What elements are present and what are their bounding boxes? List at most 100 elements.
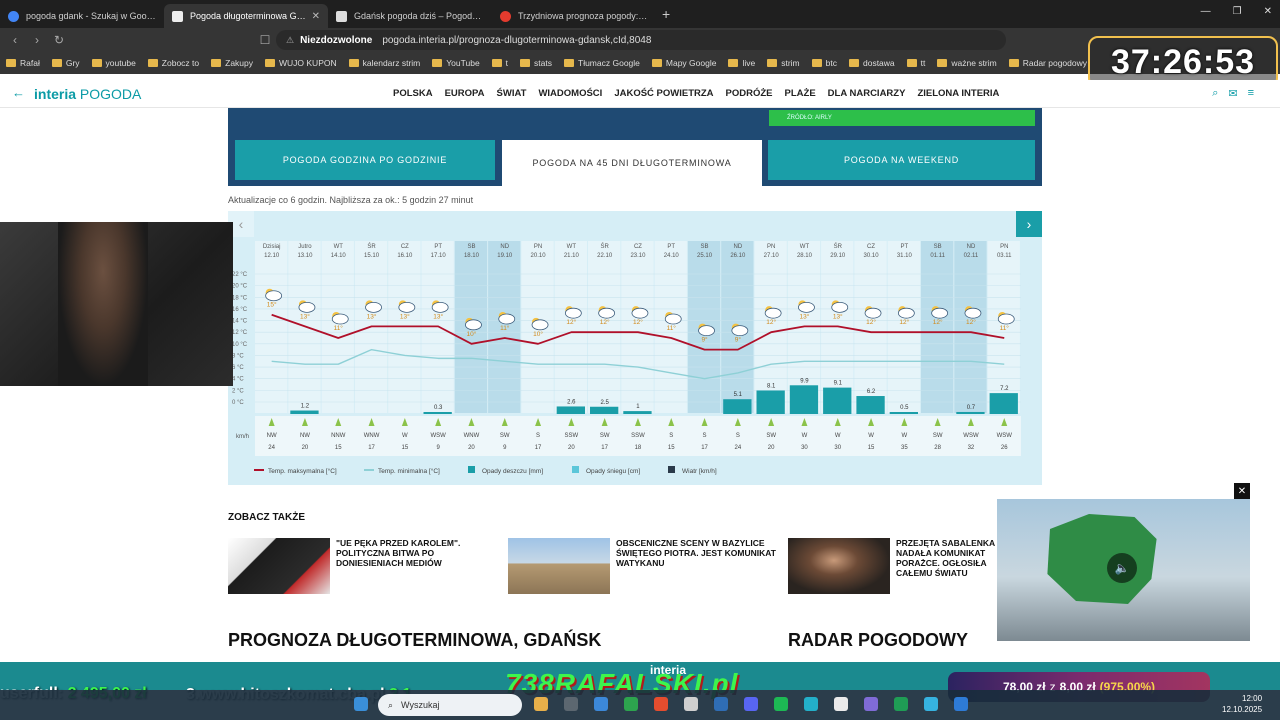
address-bar[interactable]: ⚠ Niezdozwolone pogoda.interia.pl/progno… (276, 30, 1006, 50)
bookmark-icon[interactable]: ☐ (254, 33, 276, 47)
taskbar-app-icon[interactable] (534, 697, 548, 711)
menu-item[interactable]: ZIELONA INTERIA (917, 88, 999, 99)
taskbar-app-icon[interactable] (624, 697, 638, 711)
wind-direction: W (802, 433, 808, 439)
maximize-icon[interactable]: ❐ (1233, 6, 1242, 17)
cloud-icon (398, 301, 416, 313)
hamburger-icon[interactable]: ≡ (1248, 87, 1254, 100)
bookmark-item[interactable]: tt (906, 58, 925, 68)
bookmark-item[interactable]: stats (520, 58, 552, 68)
header-icons: ⌕ ✉ ≡ (1212, 87, 1254, 100)
wind-unit-label: km/h (236, 434, 249, 440)
tab-hourly[interactable]: POGODA GODZINA PO GODZINIE (235, 140, 495, 180)
bookmark-item[interactable]: Mapy Google (651, 58, 716, 68)
browser-tab-active[interactable]: Pogoda długoterminowa Gdańsk ✕ (164, 4, 328, 28)
menu-item[interactable]: WIADOMOŚCI (538, 88, 602, 99)
taskbar-app-icon[interactable] (684, 697, 698, 711)
search-icon[interactable]: ⌕ (1212, 87, 1218, 100)
menu-item[interactable]: EUROPA (445, 88, 485, 99)
close-tab-icon[interactable]: ✕ (312, 11, 320, 22)
folder-icon (432, 59, 443, 67)
bookmark-item[interactable]: strim (767, 58, 800, 68)
rain-bar (590, 406, 619, 414)
reload-icon[interactable]: ↻ (48, 33, 70, 47)
browser-tab[interactable]: Trzydniowa prognoza pogody: Gdań (492, 4, 656, 28)
tmax-value: 11° (334, 324, 344, 332)
bookmark-item[interactable]: Tłumacz Google (564, 58, 640, 68)
bookmark-item[interactable]: WUJO KUPON (265, 58, 337, 68)
news-title: "UE PĘKA PRZED KAROLEM". POLITYCZNA BITW… (336, 538, 461, 568)
bookmark-item[interactable]: live (728, 58, 755, 68)
menu-item[interactable]: JAKOŚĆ POWIETRZA (614, 88, 713, 99)
day-column (554, 241, 587, 413)
taskbar-app-icon[interactable] (804, 697, 818, 711)
tmax-value: 13° (833, 312, 843, 320)
taskbar-app-icon[interactable] (594, 697, 608, 711)
taskbar-app-icon[interactable] (654, 697, 668, 711)
bookmark-item[interactable]: dostawa (848, 58, 895, 68)
site-logo[interactable]: interia POGODA (34, 86, 141, 102)
browser-tab[interactable]: Gdańsk pogoda dziś – Pogoda w INT (328, 4, 492, 28)
back-icon[interactable]: ‹ (4, 33, 26, 47)
taskbar-app-icon[interactable] (834, 697, 848, 711)
back-arrow-icon[interactable]: ← (12, 85, 25, 100)
tmax-value: 12° (899, 318, 909, 326)
browser-tab[interactable]: pogoda gdank - Szukaj w Google (0, 4, 164, 28)
bookmark-item[interactable]: Gry (51, 58, 80, 68)
legend-label: Opady deszczu [mm] (482, 468, 543, 475)
new-tab-icon[interactable]: + (662, 6, 670, 22)
cloud-icon (664, 313, 682, 325)
tab-45-days[interactable]: POGODA NA 45 DNI DŁUGOTERMINOWA (502, 140, 762, 186)
bookmark-item[interactable]: Zakupy (211, 58, 253, 68)
mail-icon[interactable]: ✉ (1228, 87, 1237, 100)
bookmark-item[interactable]: Radar pogodowy (1008, 58, 1087, 68)
cloud-icon (731, 325, 749, 337)
taskbar-app-icon[interactable] (774, 697, 788, 711)
taskbar-search[interactable]: ⌕ Wyszukaj (378, 694, 522, 716)
minimize-icon[interactable]: — (1201, 6, 1211, 17)
day-name: WT (334, 244, 344, 250)
y-tick-label: 22 °C (232, 272, 248, 278)
taskbar-app-icon[interactable] (954, 697, 968, 711)
rain-bar (756, 390, 785, 414)
taskbar-app-icon[interactable] (894, 697, 908, 711)
day-name: PT (434, 244, 442, 250)
rain-value: 2.5 (600, 400, 609, 406)
taskbar-app-icon[interactable] (714, 697, 728, 711)
rain-value: 5.1 (734, 392, 743, 398)
video-player[interactable]: 🔈 (997, 499, 1250, 641)
menu-item[interactable]: PLAŻE (785, 88, 816, 99)
menu-item[interactable]: PODRÓŻE (726, 88, 773, 99)
wind-speed: 32 (968, 445, 975, 451)
bookmark-item[interactable]: ważne strim (937, 58, 997, 68)
menu-item[interactable]: ŚWIAT (497, 88, 527, 99)
menu-item[interactable]: DLA NARCIARZY (828, 88, 906, 99)
bookmark-item[interactable]: btc (811, 58, 837, 68)
wind-speed: 17 (535, 445, 542, 451)
news-card[interactable]: "UE PĘKA PRZED KAROLEM". POLITYCZNA BITW… (228, 538, 488, 594)
volume-icon[interactable]: 🔈 (1107, 553, 1137, 583)
taskbar-app-icon[interactable] (744, 697, 758, 711)
bookmark-item[interactable]: Zobocz to (147, 58, 199, 68)
bookmark-item[interactable]: t (491, 58, 508, 68)
taskbar-app-icon[interactable] (864, 697, 878, 711)
taskbar-app-icon[interactable] (924, 697, 938, 711)
news-card[interactable]: OBSCENICZNE SCENY W BAZYLICE ŚWIĘTEGO PI… (508, 538, 776, 594)
bookmark-item[interactable]: YouTube (432, 58, 480, 68)
forward-icon[interactable]: › (26, 33, 48, 47)
bookmark-item[interactable]: Rafał (6, 58, 40, 68)
tmax-value: 11° (500, 324, 510, 332)
day-date: 24.10 (664, 253, 680, 259)
day-column (588, 241, 621, 413)
close-window-icon[interactable]: ✕ (1264, 6, 1272, 17)
taskbar-app-icon[interactable] (564, 697, 578, 711)
start-icon[interactable] (354, 697, 368, 711)
menu-item[interactable]: POLSKA (393, 88, 433, 99)
legend-label: Temp. maksymalna [°C] (268, 467, 337, 475)
tab-title: Trzydniowa prognoza pogody: Gdań (518, 11, 648, 21)
bookmark-item[interactable]: kalendarz strim (348, 58, 420, 68)
bookmark-item[interactable]: youtube (91, 58, 136, 68)
close-video-icon[interactable]: ✕ (1234, 483, 1250, 499)
chart-next-button[interactable]: › (1016, 211, 1042, 237)
tab-weekend[interactable]: POGODA NA WEEKEND (768, 140, 1035, 180)
